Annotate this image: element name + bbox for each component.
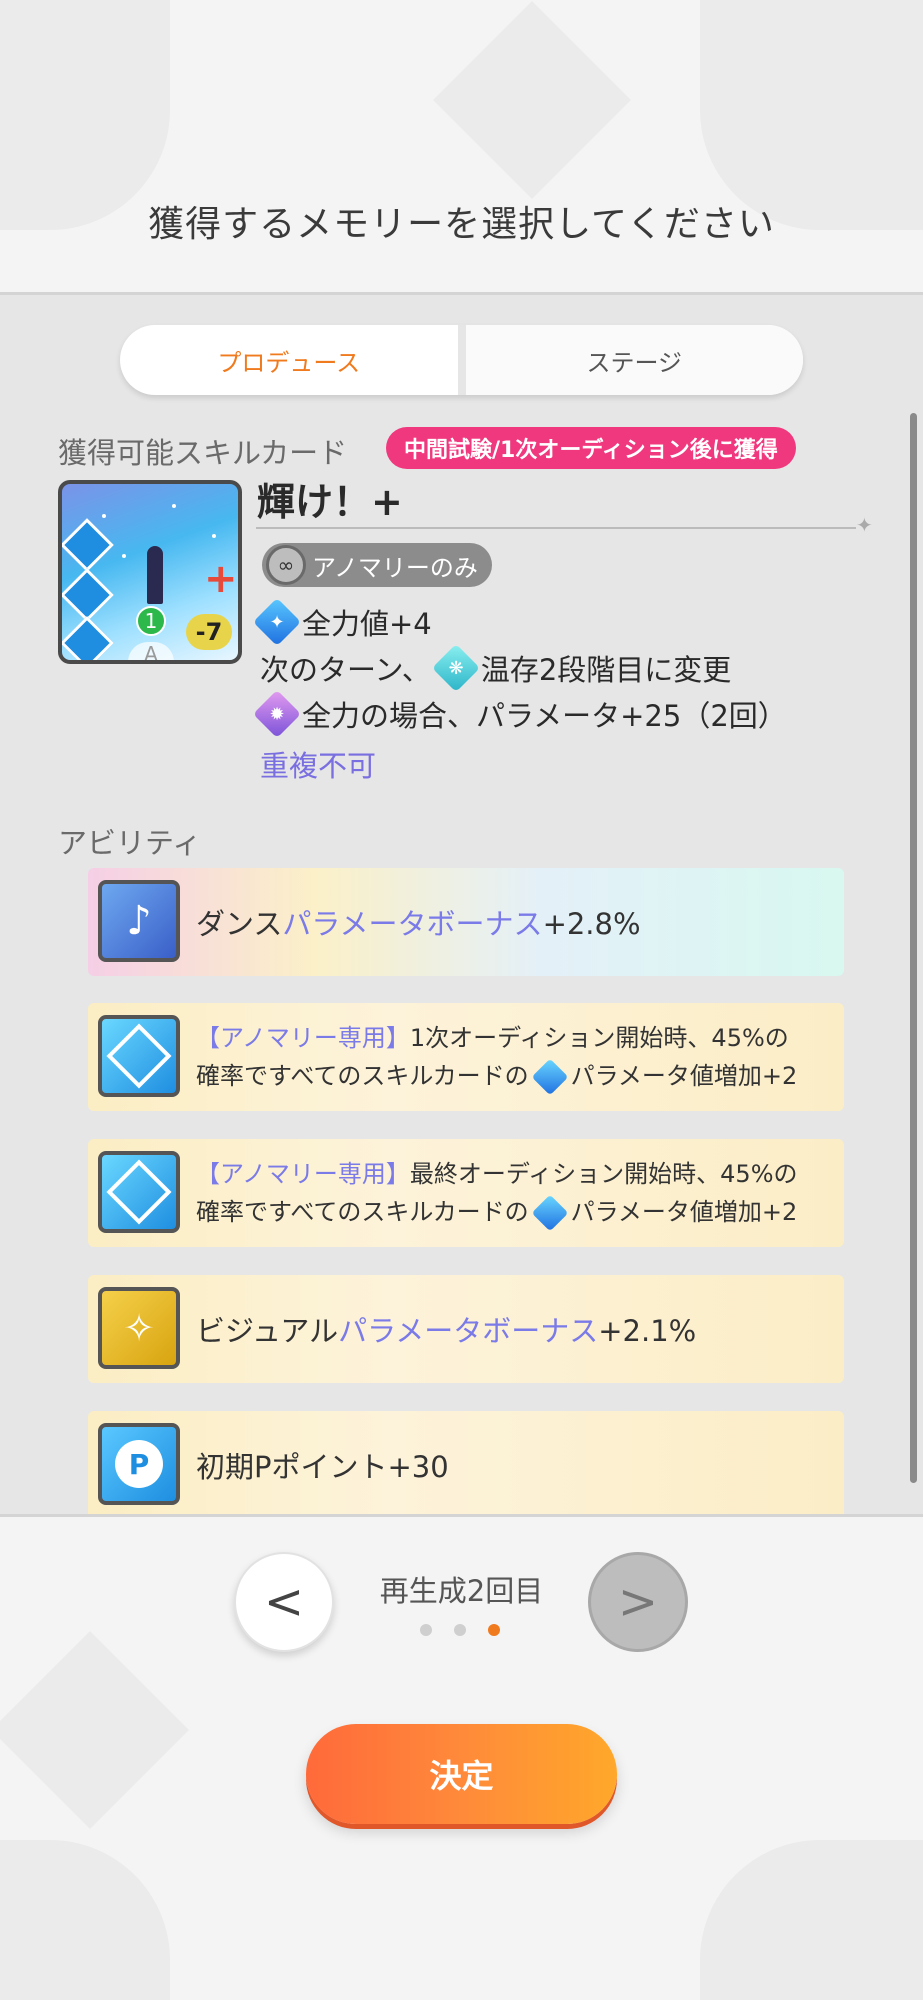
ability-text: 【アノマリー専用】1次オーディション開始時、45%の 確率ですべてのスキルカード… <box>196 1019 798 1096</box>
effect-text: 全力の場合、パラメータ+25（2回） <box>302 699 787 733</box>
card-star-icon <box>62 518 114 572</box>
effect-prefix: 次のターン、 <box>260 653 431 687</box>
skill-card-section-label: 獲得可能スキルカード <box>58 436 348 470</box>
sparkle-icon: ✦ <box>856 513 873 537</box>
ability-tag: 【アノマリー専用】 <box>196 1160 410 1188</box>
confirm-button[interactable]: 決定 <box>306 1724 617 1824</box>
ability-text: ビジュアルパラメータボーナス+2.1% <box>196 1308 696 1350</box>
ability-line2-suffix: パラメータ値増加+2 <box>570 1198 798 1226</box>
ability-dance-bonus: ♪ ダンスパラメータボーナス+2.8% <box>88 868 844 976</box>
ability-line2-prefix: 確率ですべてのスキルカードの <box>196 1198 529 1226</box>
regeneration-label: 再生成2回目 <box>379 1574 544 1608</box>
card-conserve-icon <box>62 616 114 660</box>
card-clock-icon <box>62 568 114 622</box>
fullpower-stance-icon: ✹ <box>252 689 302 739</box>
ability-p-point: P 初期Pポイント+30 <box>88 1411 844 1514</box>
abilities-section-label: アビリティ <box>58 826 202 860</box>
ability-suffix: +2.8% <box>542 907 641 941</box>
param-increase-icon <box>531 1194 569 1232</box>
skill-card-art[interactable]: + 1 -7 A <box>58 480 242 664</box>
ability-highlight: パラメータボーナス <box>282 907 543 941</box>
ability-highlight: パラメータボーナス <box>338 1314 599 1348</box>
card-cost-badge: 1 <box>136 606 166 636</box>
ability-line1: 1次オーディション開始時、45%の <box>409 1024 789 1052</box>
ability-suffix: +2.1% <box>598 1314 697 1348</box>
ability-text: 【アノマリー専用】最終オーディション開始時、45%の 確率ですべてのスキルカード… <box>196 1155 798 1232</box>
card-grade: A <box>128 642 174 660</box>
tab-bar: プロデュース ステージ <box>120 325 803 395</box>
no-duplicate-label: 重複不可 <box>260 749 377 783</box>
page-dot <box>420 1624 432 1636</box>
ability-anomaly-1: 【アノマリー専用】1次オーディション開始時、45%の 確率ですべてのスキルカード… <box>88 1003 844 1111</box>
ability-anomaly-2: 【アノマリー専用】最終オーディション開始時、45%の 確率ですべてのスキルカード… <box>88 1139 844 1247</box>
chevron-right-icon: > <box>617 1574 659 1630</box>
ability-tag: 【アノマリー専用】 <box>196 1024 410 1052</box>
dance-icon: ♪ <box>98 880 180 962</box>
tab-stage[interactable]: ステージ <box>457 325 803 395</box>
next-button[interactable]: > <box>588 1552 688 1652</box>
upgrade-plus-icon: + <box>204 556 238 602</box>
anomaly-diamond-icon <box>98 1015 180 1097</box>
ability-prefix: ビジュアル <box>196 1314 339 1348</box>
param-increase-icon <box>531 1058 569 1096</box>
rain-drop <box>212 534 216 538</box>
ability-text: 初期Pポイント+30 <box>196 1450 449 1484</box>
scrollbar[interactable] <box>910 413 917 1483</box>
ability-line2-prefix: 確率ですべてのスキルカードの <box>196 1062 529 1090</box>
ability-text: ダンスパラメータボーナス+2.8% <box>196 901 641 943</box>
anomaly-only-chip: ∞ アノマリーのみ <box>262 543 492 587</box>
effect-text: 温存2段階目に変更 <box>480 653 732 687</box>
page-dot <box>454 1624 466 1636</box>
ability-line1: 最終オーディション開始時、45%の <box>409 1160 798 1188</box>
anomaly-diamond-icon <box>98 1151 180 1233</box>
character-figure <box>147 546 163 604</box>
bg-circle-bl <box>0 1840 170 2000</box>
effect-line-1: ✦ 全力値+4 <box>252 597 432 647</box>
ability-prefix: ダンス <box>196 907 283 941</box>
bg-circle-br <box>700 1840 923 2000</box>
conserve-icon: ❋ <box>431 643 480 693</box>
rain-drop <box>122 554 126 558</box>
card-divider <box>256 527 856 529</box>
rain-drop <box>102 514 106 518</box>
p-point-icon: P <box>98 1423 180 1505</box>
page-dot-active <box>488 1624 500 1636</box>
anomaly-only-label: アノマリーのみ <box>312 553 478 582</box>
unlock-badge: 中間試験/1次オーディション後に獲得 <box>386 427 796 469</box>
anomaly-icon: ∞ <box>266 545 306 585</box>
page-title: 獲得するメモリーを選択してください <box>148 204 775 245</box>
bg-diamond-bottom <box>0 1631 189 1829</box>
card-stamina-badge: -7 <box>186 614 232 650</box>
effect-line-2: 次のターン、 ❋ 温存2段階目に変更 <box>260 643 732 693</box>
visual-icon: ✧ <box>98 1287 180 1369</box>
fullpower-icon: ✦ <box>252 597 302 647</box>
memory-panel: プロデュース ステージ 獲得可能スキルカード 中間試験/1次オーディション後に獲… <box>0 292 923 1517</box>
effect-line-3: ✹ 全力の場合、パラメータ+25（2回） <box>252 689 787 739</box>
rain-drop <box>172 504 176 508</box>
ability-line2-suffix: パラメータ値増加+2 <box>570 1062 798 1090</box>
effect-text: 全力値+4 <box>302 607 432 641</box>
page-indicator <box>420 1624 500 1636</box>
tab-produce[interactable]: プロデュース <box>120 325 458 395</box>
bg-diamond-top <box>433 1 631 199</box>
ability-visual-bonus: ✧ ビジュアルパラメータボーナス+2.1% <box>88 1275 844 1383</box>
skill-card-name: 輝け！+ <box>257 480 403 524</box>
